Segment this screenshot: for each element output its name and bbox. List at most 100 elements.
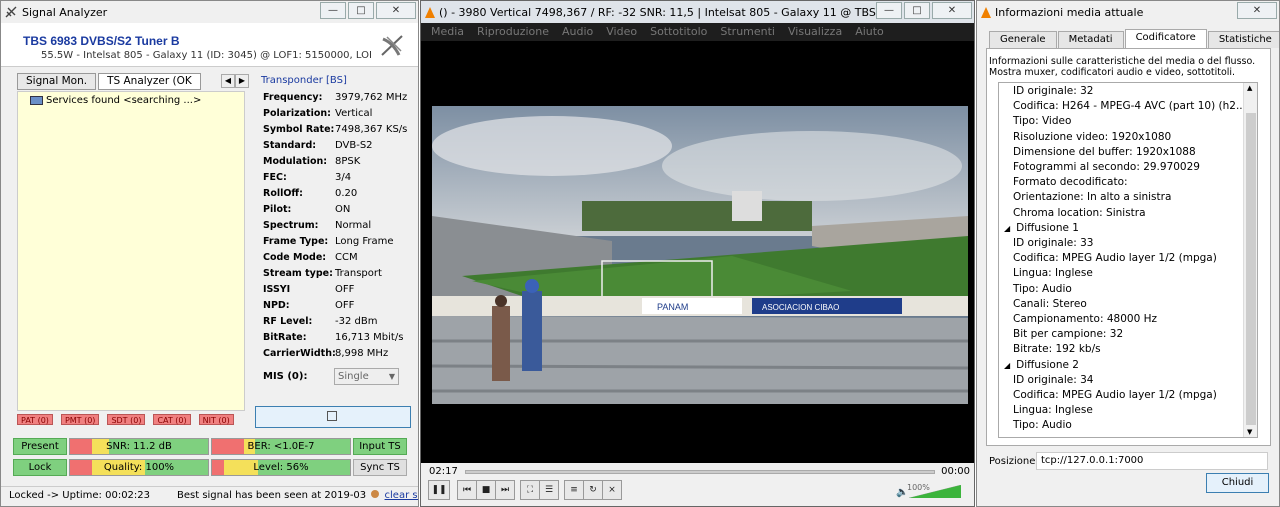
menu-item-strumenti[interactable]: Strumenti [720, 23, 775, 41]
tab-metadati[interactable]: Metadati [1057, 31, 1124, 48]
tree-property[interactable]: Risoluzione video: 1920x1080 [1013, 131, 1171, 146]
clear-sky-link[interactable]: clear sky [385, 490, 418, 501]
tree-property[interactable]: Codifica: MPEG Audio layer 1/2 (mpga) [1013, 389, 1217, 404]
tree-line-text: ID originale: 34 [1013, 373, 1094, 386]
tree-property[interactable]: Tipo: Audio [1013, 283, 1072, 298]
ts-tables: PAT (0) PMT (0) SDT (0) CAT (0) NIT (0) [17, 414, 242, 425]
menu-item-riproduzione[interactable]: Riproduzione [477, 23, 549, 41]
sync-ts-indicator: Sync TS [353, 459, 407, 476]
input-ts-indicator: Input TS [353, 438, 407, 455]
tree-property[interactable]: Tipo: Audio [1013, 419, 1072, 434]
pause-button[interactable]: ❚❚ [428, 480, 450, 500]
tab-ts-analyzer[interactable]: TS Analyzer (OK [98, 73, 201, 90]
menu-item-sottotitolo[interactable]: Sottotitolo [650, 23, 707, 41]
tree-property[interactable]: Formato decodificato: [1013, 176, 1128, 191]
tree-line-text: Codifica: MPEG Audio layer 1/2 (mpga) [1013, 389, 1217, 401]
transponder-label: Symbol Rate: [263, 124, 335, 135]
tree-property[interactable]: Dimensione del buffer: 1920x1088 [1013, 146, 1196, 161]
close-button[interactable]: ✕ [376, 2, 416, 19]
tree-property[interactable]: Bitrate: 192 kb/s [1013, 343, 1101, 358]
tab-left-arrow-icon[interactable]: ◀ [221, 74, 235, 88]
ts-table-badge: PAT (0) [17, 414, 53, 425]
tree-scrollbar[interactable]: ▲ ▼ [1243, 83, 1257, 437]
device-name: TBS 6983 DVBS/S2 Tuner B [23, 34, 180, 48]
tree-property[interactable]: Lingua: Inglese [1013, 404, 1093, 419]
sa-titlebar[interactable]: Signal Analyzer — □ ✕ [1, 1, 418, 23]
close-button[interactable]: ✕ [1237, 2, 1277, 19]
previous-button[interactable]: ⏮ [457, 480, 477, 500]
tree-property[interactable]: Canali: Stereo [1013, 298, 1087, 313]
playlist-button[interactable]: ≡ [564, 480, 584, 500]
seek-bar[interactable] [465, 470, 935, 474]
tab-signal-mon[interactable]: Signal Mon. [17, 73, 97, 90]
ts-table-badge: CAT (0) [153, 414, 191, 425]
transponder-value: 3/4 [335, 172, 352, 183]
vlc-controls: 02:17 00:00 ❚❚ ⏮ ■ ⏭ ⛶ ☰ ≡ ↻ ⨯ 🔈 100% [421, 463, 974, 506]
loop-button[interactable]: ↻ [583, 480, 603, 500]
menu-item-audio[interactable]: Audio [562, 23, 593, 41]
tree-property[interactable]: Fotogrammi al secondo: 29.970029 [1013, 161, 1200, 176]
close-button[interactable]: ✕ [932, 2, 972, 19]
tree-property[interactable]: Orientazione: In alto a sinistra [1013, 191, 1171, 206]
transponder-value: OFF [335, 300, 355, 311]
stop-button[interactable]: ■ [476, 480, 496, 500]
menu-item-aiuto[interactable]: Aiuto [855, 23, 884, 41]
collapse-icon[interactable]: ◢ [1004, 361, 1010, 370]
weather-icon [371, 490, 380, 498]
services-tree[interactable]: Services found <searching ...> [17, 91, 245, 411]
transponder-row: Standard: DVB-S2 [263, 140, 413, 156]
vlc-cone-icon [425, 6, 435, 18]
tree-property[interactable]: Chroma location: Sinistra [1013, 207, 1146, 222]
menu-item-media[interactable]: Media [431, 23, 464, 41]
tree-stream-node[interactable]: ◢ Diffusione 1 [1004, 222, 1079, 237]
menu-item-visualizza[interactable]: Visualizza [788, 23, 842, 41]
extended-settings-button[interactable]: ☰ [539, 480, 559, 500]
tree-property[interactable]: Campionamento: 48000 Hz [1013, 313, 1157, 328]
tree-stream-node[interactable]: ◢ Diffusione 2 [1004, 359, 1079, 374]
maximize-button[interactable]: □ [904, 2, 930, 19]
tree-property[interactable]: ID originale: 34 [1013, 374, 1093, 389]
meter-row-1: Present SNR: 11.2 dB BER: <1.0E-7 Input … [13, 438, 407, 455]
tab-codificatore[interactable]: Codificatore [1124, 29, 1207, 48]
tab-right-arrow-icon[interactable]: ▶ [235, 74, 249, 88]
position-field[interactable]: tcp://127.0.0.1:7000 [1036, 452, 1268, 470]
mi-titlebar[interactable]: Informazioni media attuale ✕ [977, 1, 1279, 23]
transponder-label: Stream type: [263, 268, 333, 279]
expand-button[interactable] [255, 406, 411, 428]
tree-property[interactable]: Bit per campione: 32 [1013, 328, 1123, 343]
tab-statistiche[interactable]: Statistiche [1207, 31, 1279, 48]
tree-property[interactable]: ID originale: 33 [1013, 237, 1093, 252]
minimize-button[interactable]: — [876, 2, 902, 19]
codec-tree[interactable]: Tipo: Audio Lingua: Inglese Codifica: MPEG… [998, 82, 1258, 438]
tree-property[interactable]: Tipo: Video [1013, 115, 1071, 130]
tree-line-text: Tipo: Audio [1013, 419, 1072, 432]
transponder-value: 8,998 MHz [335, 348, 389, 359]
sa-window-title: Signal Analyzer [22, 5, 108, 19]
video-frame[interactable]: PANAM ASOCIACION CIBAO [432, 106, 968, 404]
shuffle-button[interactable]: ⨯ [602, 480, 622, 500]
tab-generale[interactable]: Generale [989, 31, 1057, 48]
volume-slider[interactable] [909, 485, 961, 498]
scroll-down-icon[interactable]: ▼ [1247, 428, 1252, 436]
tree-property[interactable]: ID originale: 32 [1013, 85, 1093, 100]
next-button[interactable]: ⏭ [495, 480, 515, 500]
chiudi-button[interactable]: Chiudi [1206, 473, 1269, 493]
minimize-button[interactable]: — [320, 2, 346, 19]
mis-select[interactable]: Single ▼ [334, 368, 399, 385]
tree-item-services[interactable]: Services found <searching ...> [30, 95, 201, 106]
quality-label: Quality: 100% [103, 462, 175, 473]
tree-property[interactable]: Lingua: Inglese [1013, 267, 1093, 282]
tree-property[interactable]: Codifica: H264 - MPEG-4 AVC (part 10) (h… [1013, 100, 1246, 115]
collapse-icon[interactable]: ◢ [1004, 224, 1010, 233]
tree-line-text: Codifica: H264 - MPEG-4 AVC (part 10) (h… [1013, 100, 1246, 113]
tree-property[interactable]: Codifica: MPEG Audio layer 1/2 (mpga) [1013, 252, 1217, 267]
transponder-row: Frame Type: Long Frame [263, 236, 413, 252]
level-bar: Level: 56% [211, 459, 351, 476]
menu-item-video[interactable]: Video [606, 23, 637, 41]
maximize-button[interactable]: □ [348, 2, 374, 19]
tree-line-text: Chroma location: Sinistra [1013, 206, 1146, 219]
scrollbar-thumb[interactable] [1246, 113, 1256, 425]
fullscreen-button[interactable]: ⛶ [520, 480, 540, 500]
scroll-up-icon[interactable]: ▲ [1247, 84, 1252, 92]
vlc-titlebar[interactable]: () - 3980 Vertical 7498,367 / RF: -32 SN… [421, 1, 974, 23]
